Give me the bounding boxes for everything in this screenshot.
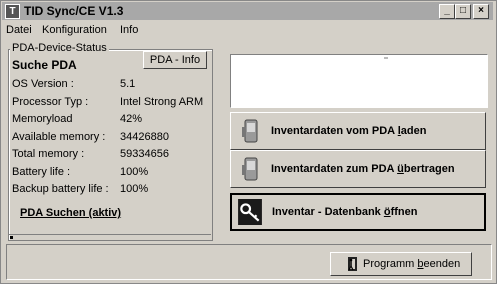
key-icon xyxy=(238,199,262,225)
group-label: PDA-Device-Status xyxy=(10,42,109,54)
close-button[interactable]: × xyxy=(473,4,489,19)
available-memory-label: Available memory : xyxy=(12,131,106,143)
exit-program-button[interactable]: Programm beenden xyxy=(330,252,472,276)
transfer-label: Inventardaten zum PDA übertragen xyxy=(271,163,455,175)
os-version-value: 5.1 xyxy=(120,78,136,90)
exit-door-icon xyxy=(348,257,357,271)
battery-life-label: Battery life : xyxy=(12,166,71,178)
pda-device-icon xyxy=(242,119,258,143)
battery-life-value: 100% xyxy=(120,166,149,178)
message-marker xyxy=(384,57,388,59)
menu-info[interactable]: Info xyxy=(120,24,138,36)
load-label: Inventardaten vom PDA laden xyxy=(271,125,427,137)
database-label: Inventar - Datenbank öffnen xyxy=(272,206,418,218)
title-bar: T TID Sync/CE V1.3 _ □ × xyxy=(2,2,493,20)
processor-label: Processor Typ : xyxy=(12,96,89,108)
processor-value: Intel Strong ARM xyxy=(120,96,204,108)
menu-bar: Datei Konfiguration Info xyxy=(2,22,493,39)
total-memory-label: Total memory : xyxy=(12,148,85,160)
status-scrollbar[interactable] xyxy=(8,234,211,241)
pda-info-button[interactable]: PDA - Info xyxy=(143,51,207,69)
maximize-button[interactable]: □ xyxy=(455,4,471,19)
minimize-button[interactable]: _ xyxy=(439,4,455,19)
pda-device-icon xyxy=(242,157,258,181)
backup-battery-label: Backup battery life : xyxy=(12,183,109,195)
available-memory-value: 34426880 xyxy=(120,131,169,143)
menu-konfiguration[interactable]: Konfiguration xyxy=(42,24,107,36)
memoryload-label: Memoryload xyxy=(12,113,73,125)
menu-datei[interactable]: Datei xyxy=(6,24,32,36)
open-database-button[interactable]: Inventar - Datenbank öffnen xyxy=(230,193,486,231)
memoryload-value: 42% xyxy=(120,113,143,125)
os-version-label: OS Version : xyxy=(12,78,74,90)
status-heading: Suche PDA xyxy=(12,58,77,72)
app-icon: T xyxy=(5,4,20,19)
exit-label: Programm beenden xyxy=(363,258,461,270)
scroll-thumb[interactable] xyxy=(10,236,13,239)
pda-search-link[interactable]: PDA Suchen (aktiv) xyxy=(20,207,121,219)
backup-battery-value: 100% xyxy=(120,183,149,195)
total-memory-value: 59334656 xyxy=(120,148,169,160)
load-from-pda-button[interactable]: Inventardaten vom PDA laden xyxy=(230,112,486,150)
window-title: TID Sync/CE V1.3 xyxy=(24,4,124,18)
transfer-to-pda-button[interactable]: Inventardaten zum PDA übertragen xyxy=(230,150,486,188)
message-box xyxy=(230,54,488,108)
